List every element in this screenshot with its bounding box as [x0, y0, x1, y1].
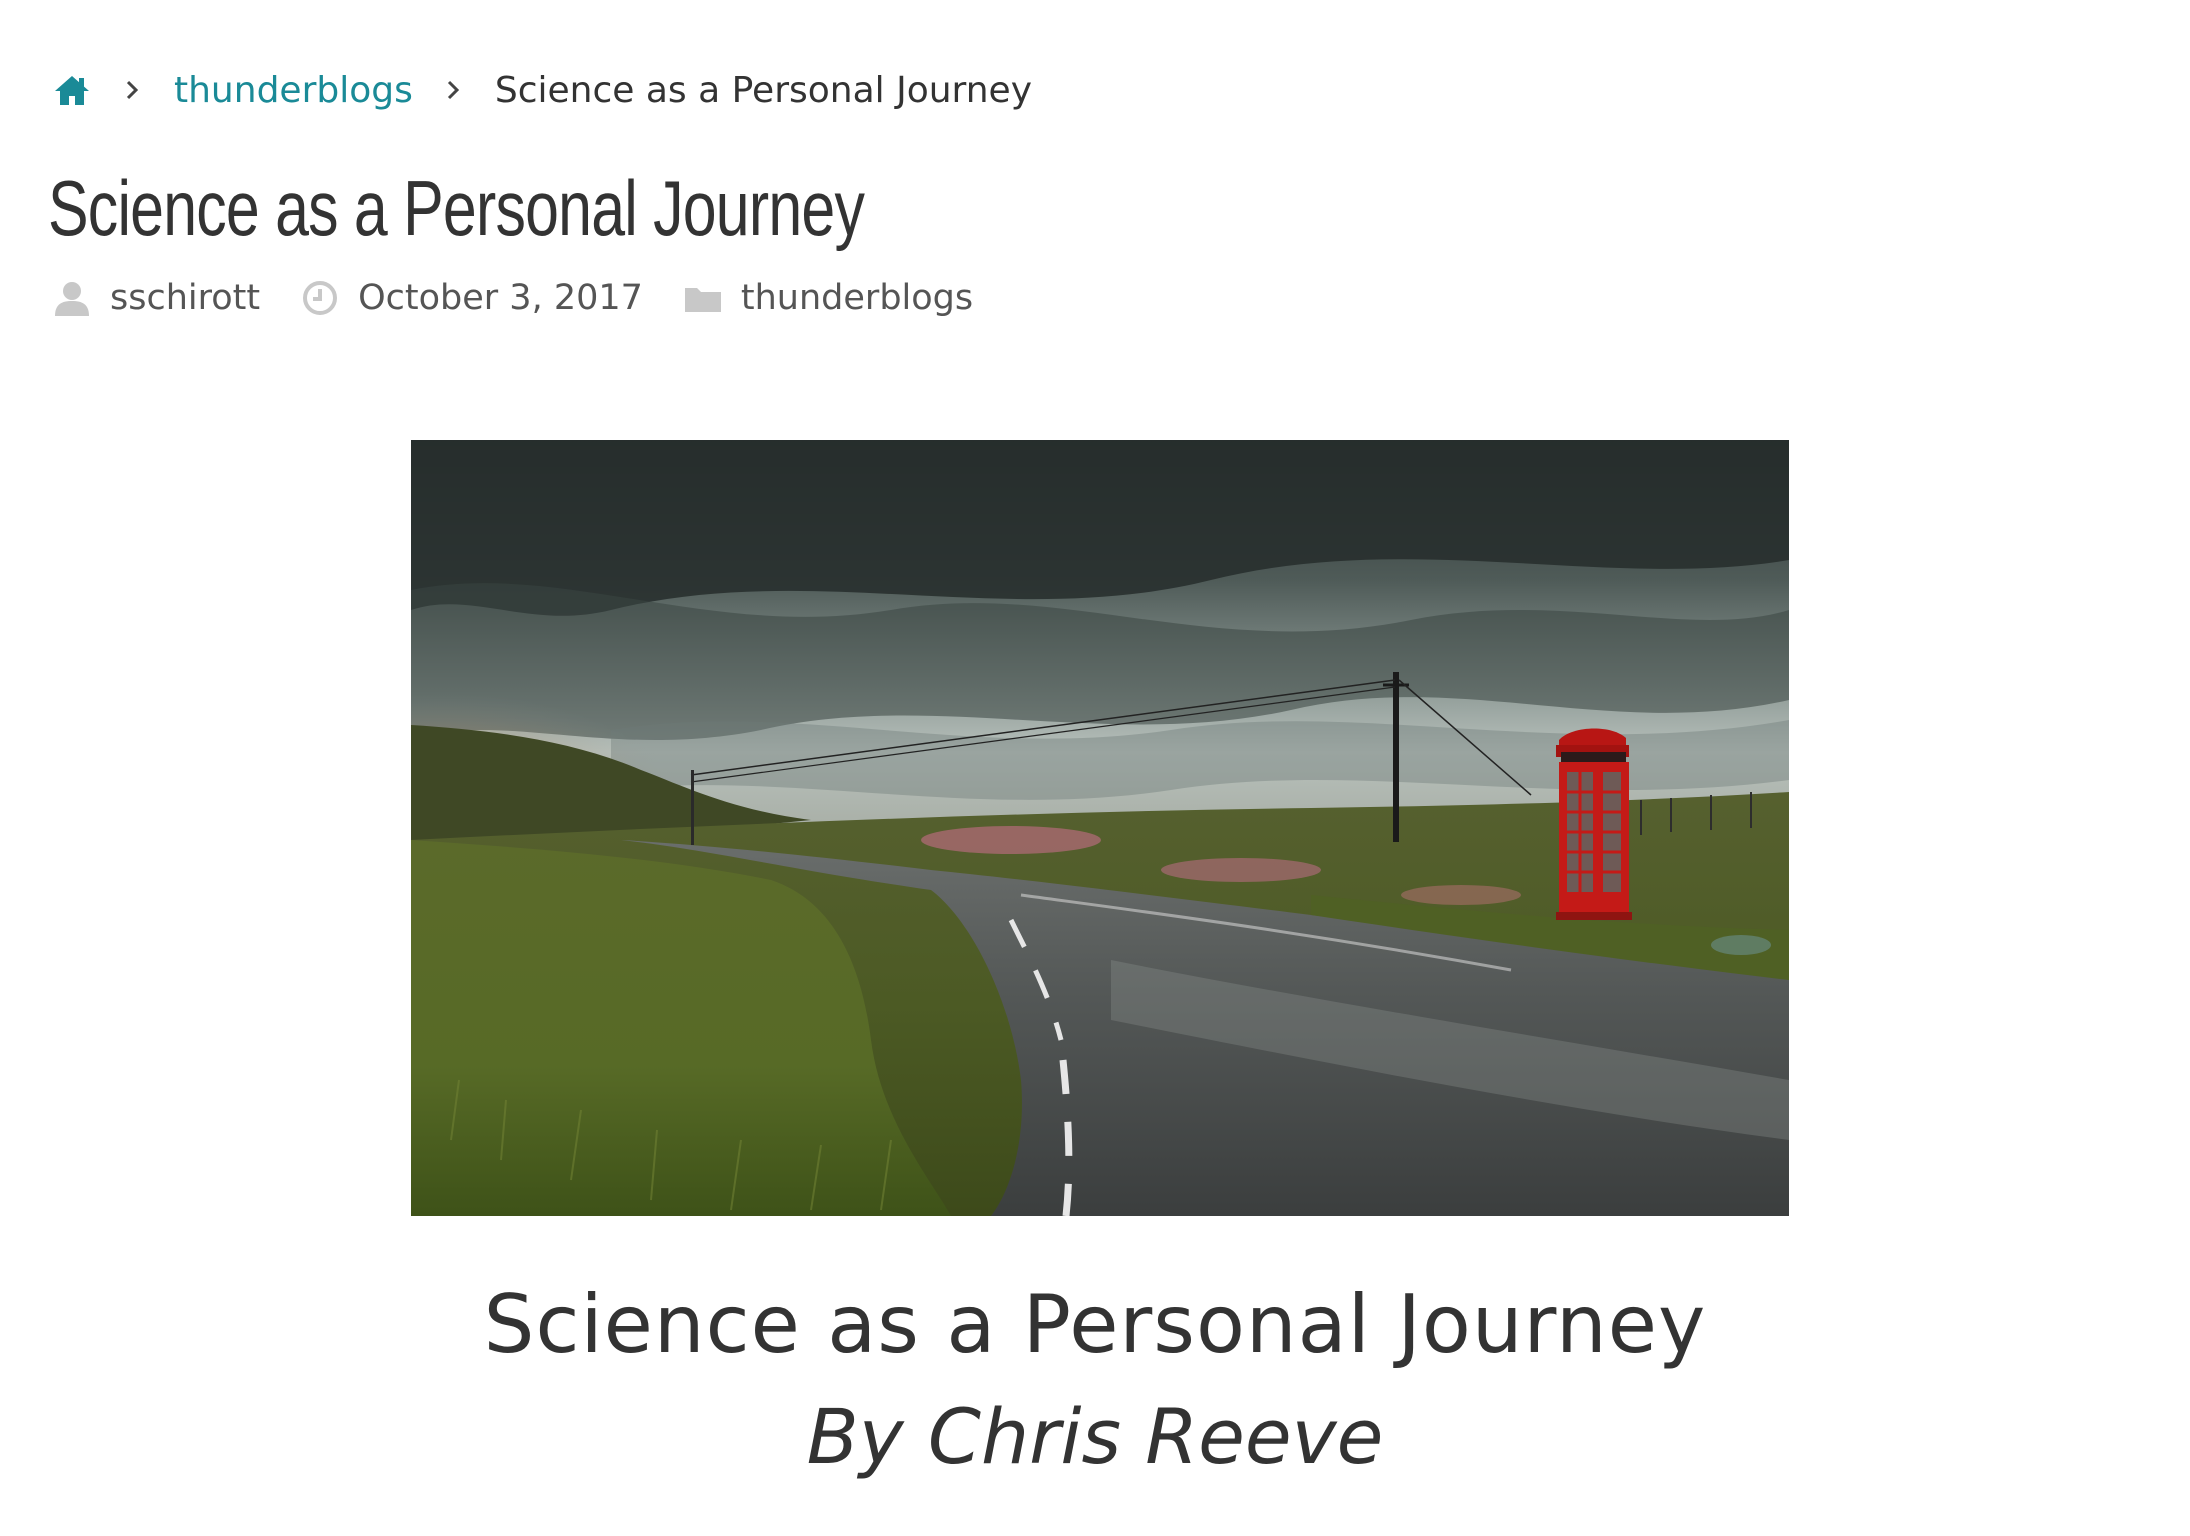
page-title: Science as a Personal Journey — [48, 164, 865, 252]
breadcrumb-current: Science as a Personal Journey — [494, 69, 1032, 111]
folder-icon — [683, 278, 723, 318]
breadcrumb: thunderblogs Science as a Personal Journ… — [52, 60, 1032, 120]
home-icon[interactable] — [52, 70, 92, 110]
chevron-right-icon — [443, 70, 465, 110]
meta-date: October 3, 2017 — [300, 278, 643, 318]
featured-image — [411, 440, 1789, 1216]
caption-byline: By Chris Reeve — [806, 1392, 1384, 1481]
meta-category: thunderblogs — [683, 278, 973, 318]
caption-title: Science as a Personal Journey — [483, 1278, 1707, 1371]
date-link[interactable]: October 3, 2017 — [358, 278, 643, 318]
post-meta: sschirott October 3, 2017 thunderblogs — [52, 268, 1013, 328]
clock-icon — [300, 278, 340, 318]
category-link[interactable]: thunderblogs — [741, 278, 973, 318]
user-icon — [52, 278, 92, 318]
chevron-right-icon — [122, 70, 144, 110]
image-caption: Science as a Personal Journey By Chris R… — [0, 1270, 2190, 1492]
author-link[interactable]: sschirott — [110, 278, 260, 318]
meta-author: sschirott — [52, 278, 260, 318]
breadcrumb-category-link[interactable]: thunderblogs — [174, 70, 413, 111]
